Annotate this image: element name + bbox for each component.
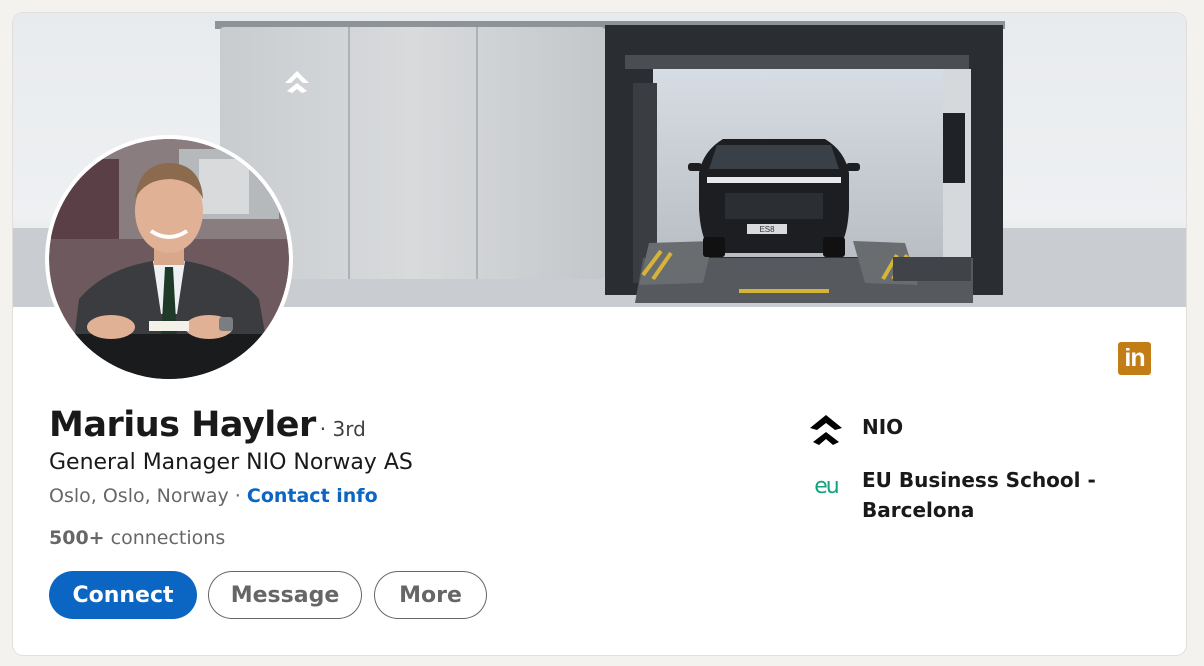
name-row: Marius Hayler · 3rd <box>49 405 366 445</box>
contact-info-link[interactable]: Contact info <box>247 485 378 507</box>
school-label-line1: EU Business School - <box>862 468 1096 492</box>
connections-number: 500+ <box>49 527 105 549</box>
more-button[interactable]: More <box>374 571 487 619</box>
eu-logo-icon: eu <box>814 474 839 499</box>
avatar[interactable] <box>49 139 289 379</box>
profile-headline: General Manager NIO Norway AS <box>49 450 413 475</box>
profile-card: ES8 in Marius Hayler · 3rd General Manag… <box>13 13 1186 655</box>
connect-button[interactable]: Connect <box>49 571 197 619</box>
school-label-line2: Barcelona <box>862 498 975 522</box>
linkedin-icon[interactable]: in <box>1118 342 1151 375</box>
plate-text: ES8 <box>759 225 775 234</box>
car-image: ES8 <box>688 139 860 257</box>
connection-degree: · 3rd <box>319 417 366 441</box>
profile-photo <box>49 139 289 379</box>
profile-location: Oslo, Oslo, Norway <box>49 485 229 507</box>
linkedin-icon-text: in <box>1124 344 1145 372</box>
location-row: Oslo, Oslo, Norway · Contact info <box>49 485 378 507</box>
company-label-nio: NIO <box>862 415 904 439</box>
connections-count[interactable]: 500+ connections <box>49 527 225 549</box>
connections-label: connections <box>110 527 226 549</box>
nio-logo-icon <box>810 415 842 445</box>
message-button[interactable]: Message <box>208 571 362 619</box>
profile-name[interactable]: Marius Hayler <box>49 405 316 445</box>
location-separator: · <box>228 485 247 507</box>
